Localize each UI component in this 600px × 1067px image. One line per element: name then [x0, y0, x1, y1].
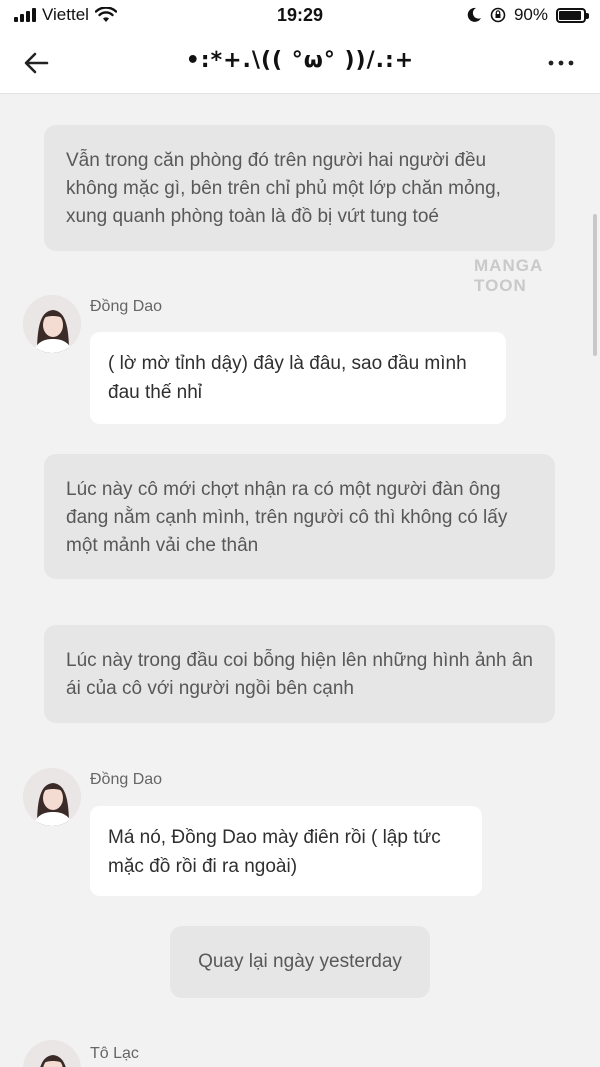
narration-message: Lúc này cô mới chợt nhận ra có một người… [44, 454, 555, 579]
status-bar: Viettel 19:29 90% [0, 0, 600, 32]
system-message: Quay lại ngày yesterday [170, 926, 430, 998]
battery-percent: 90% [513, 5, 548, 24]
speaker-name: Đồng Dao [90, 298, 163, 315]
narration-message: Lúc này trong đầu coi bỗng hiện lên nhữn… [44, 625, 555, 723]
moon-icon [467, 7, 481, 22]
speaker-name: Đồng Dao [90, 771, 163, 788]
page-title: •:*+.\(( °ω° ))/.:+ [185, 48, 415, 73]
avatar[interactable] [23, 768, 81, 826]
speaker-name: Tô Lạc [90, 1045, 139, 1062]
more-horizontal-icon[interactable] [544, 46, 578, 80]
narration-message: Vẫn trong căn phòng đó trên người hai ng… [44, 125, 555, 251]
scrollbar[interactable] [593, 214, 597, 356]
orientation-lock-icon [490, 7, 506, 23]
battery-fill [559, 10, 581, 20]
avatar[interactable] [23, 295, 81, 353]
header: •:*+.\(( °ω° ))/.:+ [0, 32, 600, 94]
watermark: MANGA TOON [474, 256, 543, 295]
character-message: ( lờ mờ tỉnh dậy) đây là đâu, sao đầu mì… [90, 332, 506, 424]
status-right: 90% [466, 5, 589, 25]
avatar[interactable] [23, 1040, 81, 1067]
character-message: Má nó, Đồng Dao mày điên rồi ( lập tức m… [90, 806, 482, 896]
battery-icon [556, 7, 589, 23]
